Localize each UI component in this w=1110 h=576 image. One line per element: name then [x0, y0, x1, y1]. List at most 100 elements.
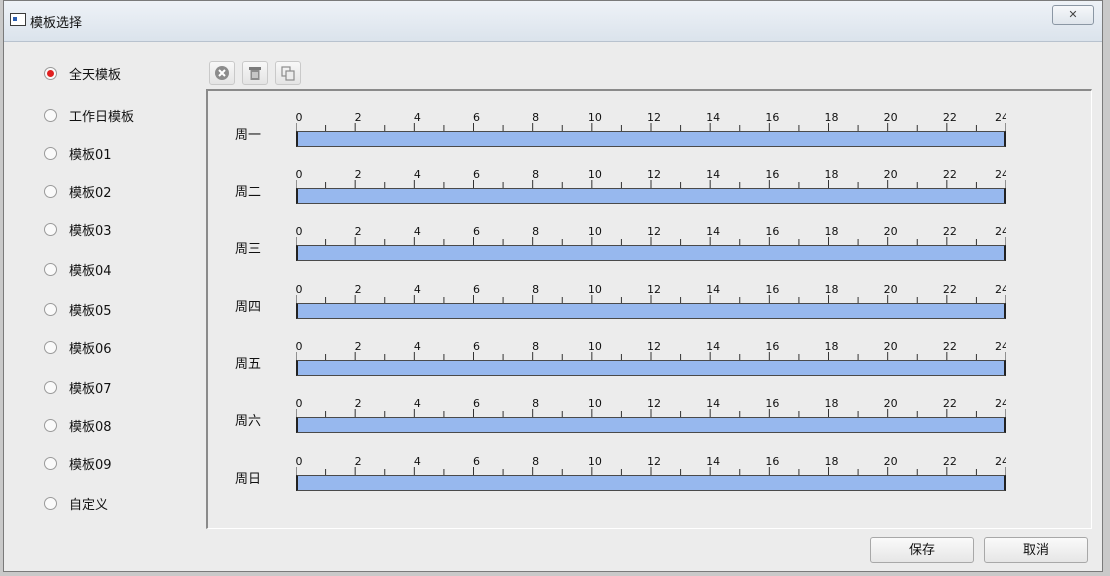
time-bar[interactable] [296, 417, 1006, 433]
hour-label: 16 [765, 397, 779, 410]
hour-label: 8 [532, 455, 539, 468]
radio-icon[interactable] [44, 380, 57, 394]
hour-label: 8 [532, 397, 539, 410]
weekly-schedule: 周一 0 2 4 6 8 10 12 14 16 18 20 22 24 周二 0 2 4 6 8 10 12 14 1… [206, 89, 1092, 529]
template-option-label: 工作日模板 [69, 109, 135, 125]
hour-label: 10 [588, 283, 602, 296]
hour-label: 18 [825, 225, 839, 238]
save-button[interactable]: 保存 [870, 537, 974, 563]
radio-icon[interactable] [44, 184, 57, 198]
hour-label: 2 [355, 340, 362, 353]
cancel-button[interactable]: 取消 [984, 537, 1088, 563]
template-option-06[interactable]: 模板06 [44, 337, 112, 357]
day-label: 周四 [235, 300, 262, 315]
day-label: 周二 [235, 185, 262, 200]
template-option-07[interactable]: 模板07 [44, 377, 112, 397]
template-option-04[interactable]: 模板04 [44, 259, 112, 279]
hour-label: 2 [355, 397, 362, 410]
radio-icon[interactable] [44, 108, 57, 122]
hour-label: 4 [414, 455, 421, 468]
hour-label: 22 [943, 283, 957, 296]
time-bar[interactable] [296, 475, 1006, 491]
hour-label: 24 [995, 111, 1006, 124]
hour-label: 18 [825, 340, 839, 353]
hour-label: 8 [532, 283, 539, 296]
template-option-label: 模板02 [69, 185, 112, 201]
hour-label: 6 [473, 225, 480, 238]
hour-label: 16 [765, 283, 779, 296]
time-bar[interactable] [296, 360, 1006, 376]
hour-label: 20 [884, 111, 898, 124]
hour-label: 2 [355, 225, 362, 238]
template-option-all-day[interactable]: 全天模板 [44, 63, 121, 83]
clear-button[interactable] [209, 61, 235, 85]
hour-label: 16 [765, 225, 779, 238]
template-option-01[interactable]: 模板01 [44, 143, 112, 163]
hour-label: 12 [647, 455, 661, 468]
template-option-workday[interactable]: 工作日模板 [44, 105, 134, 125]
hour-label: 22 [943, 455, 957, 468]
hour-label: 18 [825, 283, 839, 296]
day-label: 周五 [235, 357, 262, 372]
time-bar[interactable] [296, 188, 1006, 204]
hour-label: 18 [825, 455, 839, 468]
hour-label: 2 [355, 283, 362, 296]
time-bar[interactable] [296, 303, 1006, 319]
hour-label: 18 [825, 111, 839, 124]
radio-icon[interactable] [44, 262, 57, 276]
day-label: 周六 [235, 414, 262, 429]
hour-label: 6 [473, 397, 480, 410]
radio-icon[interactable] [44, 66, 57, 80]
hour-label: 10 [588, 340, 602, 353]
template-option-03[interactable]: 模板03 [44, 219, 112, 239]
radio-icon[interactable] [44, 222, 57, 236]
hour-label: 24 [995, 455, 1006, 468]
template-option-08[interactable]: 模板08 [44, 415, 112, 435]
radio-icon[interactable] [44, 418, 57, 432]
template-option-05[interactable]: 模板05 [44, 299, 112, 319]
hour-label: 8 [532, 225, 539, 238]
time-bar[interactable] [296, 245, 1006, 261]
template-option-custom[interactable]: 自定义 [44, 493, 108, 513]
hour-label: 8 [532, 111, 539, 124]
hour-label: 4 [414, 397, 421, 410]
hour-label: 12 [647, 340, 661, 353]
radio-icon[interactable] [44, 302, 57, 316]
hour-label: 4 [414, 283, 421, 296]
copy-button[interactable] [275, 61, 301, 85]
radio-icon[interactable] [44, 340, 57, 354]
template-option-09[interactable]: 模板09 [44, 453, 112, 473]
hour-label: 0 [296, 340, 303, 353]
template-option-02[interactable]: 模板02 [44, 181, 112, 201]
window-icon [10, 13, 26, 26]
hour-label: 4 [414, 340, 421, 353]
hour-label: 2 [355, 168, 362, 181]
radio-icon[interactable] [44, 146, 57, 160]
time-bar[interactable] [296, 131, 1006, 147]
hour-label: 12 [647, 168, 661, 181]
hour-label: 24 [995, 340, 1006, 353]
delete-button[interactable] [242, 61, 268, 85]
schedule-row: 周日 0 2 4 6 8 10 12 14 16 18 20 22 24 [208, 453, 1088, 497]
day-label: 周日 [235, 472, 262, 487]
hour-label: 2 [355, 111, 362, 124]
template-select-dialog: 模板选择 ✕ 全天模板 工作日模板 模板01 模板02 模板03 模板04 模板… [3, 0, 1103, 572]
hour-label: 0 [296, 168, 303, 181]
close-button[interactable]: ✕ [1052, 5, 1094, 25]
hour-label: 14 [706, 397, 720, 410]
radio-icon[interactable] [44, 456, 57, 470]
hour-label: 4 [414, 225, 421, 238]
hour-label: 10 [588, 225, 602, 238]
hour-label: 8 [532, 340, 539, 353]
hour-label: 6 [473, 283, 480, 296]
hour-label: 16 [765, 168, 779, 181]
hour-label: 14 [706, 111, 720, 124]
hour-label: 10 [588, 455, 602, 468]
template-option-label: 模板03 [69, 223, 112, 239]
radio-icon[interactable] [44, 496, 57, 510]
hour-label: 12 [647, 397, 661, 410]
hour-label: 6 [473, 340, 480, 353]
template-option-label: 模板05 [69, 303, 112, 319]
hour-label: 14 [706, 455, 720, 468]
hour-label: 0 [296, 455, 303, 468]
